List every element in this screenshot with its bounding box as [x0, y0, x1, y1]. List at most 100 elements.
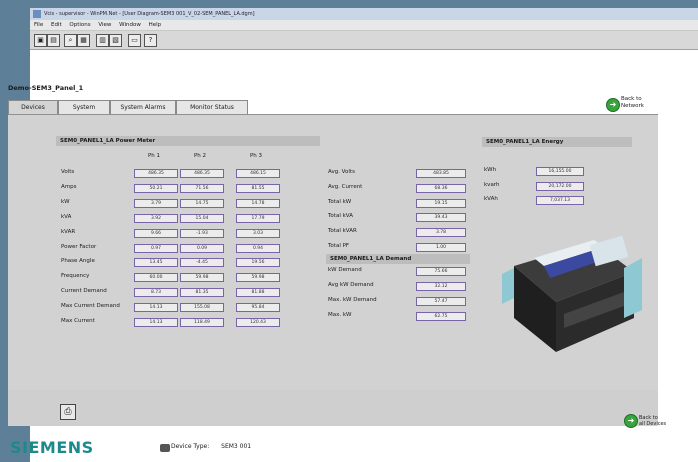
totals-row-label: Avg. Volts: [328, 169, 355, 175]
print-screen-icon[interactable]: ⎙: [60, 404, 76, 420]
power-meter-row-label: Max Current Demand: [61, 303, 120, 310]
power-meter-row-label: Frequency: [61, 273, 90, 280]
power-meter-row-label: kVA: [61, 213, 72, 220]
energy-row-label: kVAh: [484, 196, 498, 202]
power-meter-value: 59.98: [180, 273, 224, 283]
power-meter-value: 3.92: [134, 213, 178, 223]
power-meter-value: 19.56: [236, 258, 280, 268]
menu-view[interactable]: View: [98, 20, 111, 30]
power-meter-value: 9.66: [134, 228, 178, 238]
power-meter-value: 13.45: [134, 258, 178, 268]
title-bar: Vcis - supervisor - WinPM.Net - [User Di…: [30, 8, 698, 20]
power-meter-value: 0.09: [180, 243, 224, 253]
power-meter-value: 15.04: [180, 213, 224, 223]
device-image: [502, 235, 642, 352]
power-meter-row-label: Phase Angle: [61, 258, 95, 265]
save-icon[interactable]: ▤: [47, 34, 60, 47]
demand-row-label: kW Demand: [328, 267, 362, 273]
col-ph3: Ph 3: [249, 153, 263, 159]
demand-value: 57.47: [416, 297, 466, 306]
chart-icon[interactable]: ▧: [109, 34, 122, 47]
totals-value: 68.36: [416, 183, 466, 193]
totals-row-label: Total kW: [328, 198, 352, 205]
menu-file[interactable]: File: [34, 20, 43, 30]
app-icon: [33, 10, 41, 18]
window-icon[interactable]: ▭: [128, 34, 141, 47]
back-devices-arrow-icon: ➜: [624, 414, 638, 428]
power-meter-value: 0.94: [236, 243, 280, 253]
table-icon[interactable]: ▥: [96, 34, 109, 47]
power-meter-value: 3.79: [134, 198, 178, 208]
power-meter-row-label: Current Demand: [61, 288, 107, 295]
power-meter-row-label: kVAR: [61, 228, 76, 235]
window-title: Vcis - supervisor - WinPM.Net - [User Di…: [44, 11, 255, 17]
tab-system-alarms[interactable]: System Alarms: [110, 100, 176, 114]
back-devices-label: Back to all Devices: [639, 415, 666, 427]
power-meter-value: 120.43: [236, 318, 280, 327]
totals-row-label: Total kVAR: [328, 228, 357, 235]
menu-bar: File Edit Options View Window Help: [30, 20, 698, 31]
power-meter-row-label: Volts: [61, 169, 75, 175]
power-meter-value: 0.97: [134, 243, 178, 253]
energy-row-label: kvarh: [484, 181, 500, 188]
col-ph1: Ph 1: [147, 153, 161, 159]
zoom-icon[interactable]: ⌕: [64, 34, 77, 47]
grid-icon[interactable]: ▦: [77, 34, 90, 47]
power-meter-value: -1.93: [180, 228, 224, 238]
print-icon[interactable]: ▣: [34, 34, 47, 47]
demand-row-label: Max. kW Demand: [328, 297, 377, 303]
power-meter-value: 486.15: [236, 169, 280, 178]
power-meter-value: 486.35: [134, 169, 178, 178]
power-meter-value: 118.49: [180, 318, 224, 327]
demand-row-label: Avg kW Demand: [328, 282, 374, 288]
tab-system[interactable]: System: [58, 100, 110, 114]
power-meter-value: 81.35: [180, 288, 224, 298]
totals-row-label: Avg. Current: [328, 183, 363, 190]
device-title: Demo-SEM3_Panel_1: [8, 84, 84, 92]
power-meter-value: 59.98: [236, 273, 280, 283]
siemens-logo: SIEMENS: [10, 438, 94, 457]
totals-value: 39.43: [416, 213, 466, 223]
power-meter-header: SEM0_PANEL1_LA Power Meter: [56, 136, 320, 146]
power-meter-value: 71.56: [180, 183, 224, 193]
power-meter-value: 486.35: [180, 169, 224, 178]
back-network-line2: Network: [621, 103, 644, 109]
demand-value: 75.66: [416, 267, 466, 276]
power-meter-value: 60.00: [134, 273, 178, 283]
power-meter-value: 8.73: [134, 288, 178, 298]
menu-options[interactable]: Options: [69, 20, 90, 30]
totals-row-label: Total PF: [328, 243, 350, 249]
energy-value: 20,172.00: [536, 181, 584, 191]
tab-devices[interactable]: Devices: [8, 100, 58, 114]
totals-row-label: Total kVA: [328, 213, 353, 220]
back-network-line1: Back to: [621, 96, 642, 102]
help-icon[interactable]: ?: [144, 34, 157, 47]
energy-value: 16,155.00: [536, 167, 584, 176]
device-type-value: SEM3 001: [221, 443, 252, 450]
energy-value: 7,037.13: [536, 196, 584, 205]
menu-help[interactable]: Help: [149, 20, 162, 30]
power-meter-value: 81.88: [236, 288, 280, 298]
power-meter-value: 95.84: [236, 303, 280, 313]
demand-row-label: Max. kW: [328, 312, 352, 318]
menu-window[interactable]: Window: [119, 20, 141, 30]
power-meter-value: 17.79: [236, 213, 280, 223]
device-small-icon: [160, 444, 170, 452]
back-arrow-icon: ➜: [606, 98, 620, 112]
menu-edit[interactable]: Edit: [51, 20, 62, 30]
power-meter-value: -4.45: [180, 258, 224, 268]
back-devices-line2: all Devices: [639, 421, 667, 427]
power-meter-value: 155.08: [180, 303, 224, 313]
totals-value: 19.15: [416, 198, 466, 208]
power-meter-value: 14.13: [134, 303, 178, 313]
power-meter-value: 14.78: [236, 198, 280, 208]
totals-value: 1.00: [416, 243, 466, 252]
energy-row-label: kWh: [484, 167, 497, 173]
footer-bar: [8, 390, 658, 426]
power-meter-value: 50.21: [134, 183, 178, 193]
power-meter-row-label: Max Current: [61, 318, 95, 324]
tab-monitor-status[interactable]: Monitor Status: [176, 100, 248, 114]
power-meter-value: 81.55: [236, 183, 280, 193]
power-meter-value: 3.03: [236, 228, 280, 238]
col-ph2: Ph 2: [193, 153, 207, 159]
